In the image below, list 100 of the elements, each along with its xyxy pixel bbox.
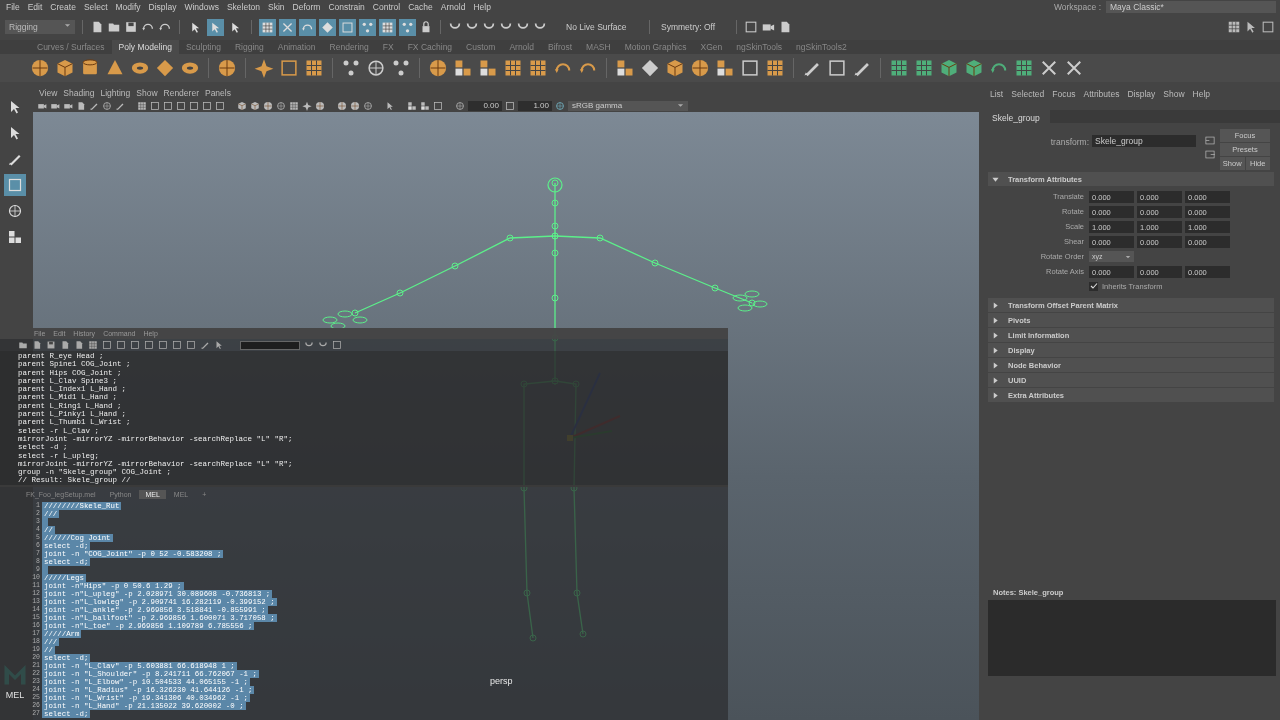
menu-item[interactable]: Panels	[204, 87, 237, 98]
shelf-tab[interactable]: Arnold	[502, 40, 541, 54]
cross-icon[interactable]	[1064, 58, 1084, 78]
frame-icon[interactable]	[150, 100, 160, 111]
globe-icon[interactable]	[455, 100, 465, 111]
node-tab[interactable]: Skele_group	[988, 110, 1050, 123]
grid-icon[interactable]	[289, 100, 299, 111]
frame-icon[interactable]	[163, 100, 173, 111]
pointer-icon[interactable]	[214, 340, 224, 350]
grid-icon[interactable]	[1227, 20, 1241, 34]
menu-item[interactable]: Focus	[1052, 89, 1084, 99]
menu-item[interactable]: Show	[1163, 89, 1193, 99]
cross-icon[interactable]	[1039, 58, 1059, 78]
sphere-icon[interactable]	[428, 58, 448, 78]
toolbar-button[interactable]	[359, 18, 376, 36]
toolbar-button[interactable]	[279, 18, 296, 36]
globe-icon[interactable]	[366, 58, 386, 78]
frame-icon[interactable]	[279, 58, 299, 78]
shelf-tab[interactable]: Animation	[270, 40, 323, 54]
sphere-icon[interactable]	[315, 100, 325, 111]
frame-icon[interactable]	[1261, 20, 1275, 34]
grid-icon[interactable]	[88, 340, 98, 350]
grid-icon[interactable]	[914, 58, 934, 78]
output-connection-icon[interactable]	[1204, 149, 1216, 160]
blocks-icon[interactable]	[615, 58, 635, 78]
cube-icon[interactable]	[55, 58, 75, 78]
shelf-tab[interactable]: Motion Graphics	[617, 40, 694, 54]
cube-icon[interactable]	[964, 58, 984, 78]
shelf-tab[interactable]: XGen	[693, 40, 730, 54]
diamond-icon[interactable]	[640, 58, 660, 78]
grid-icon[interactable]	[1014, 58, 1034, 78]
checkbox[interactable]	[1089, 281, 1098, 291]
frame-icon[interactable]	[215, 100, 225, 111]
menu-item[interactable]: Edit	[25, 2, 49, 12]
menu-item[interactable]: Selected	[1011, 89, 1053, 99]
live-surface-label[interactable]: No Live Surface	[562, 22, 642, 32]
cube-icon[interactable]	[237, 100, 247, 111]
symmetry-dropdown[interactable]: Symmetry: Off	[657, 22, 729, 32]
node-name-field[interactable]: Skele_group	[1092, 135, 1196, 147]
frame-icon[interactable]	[505, 100, 515, 111]
shelf-tab[interactable]: MASH	[579, 40, 618, 54]
cube-icon[interactable]	[250, 100, 260, 111]
menu-item[interactable]: Constrain	[326, 2, 371, 12]
toolbar-button[interactable]	[207, 18, 224, 36]
sphere-icon[interactable]	[690, 58, 710, 78]
grid-icon[interactable]	[889, 58, 909, 78]
menu-item[interactable]: Display	[146, 2, 183, 12]
sphere-icon[interactable]	[217, 58, 237, 78]
pointer-icon[interactable]	[385, 100, 395, 111]
menu-item[interactable]: Attributes	[1083, 89, 1128, 99]
pen-icon[interactable]	[200, 340, 210, 350]
color-space-dropdown[interactable]: sRGB gamma	[568, 100, 688, 111]
menu-item[interactable]: Shading	[63, 87, 101, 98]
grid-icon[interactable]	[528, 58, 548, 78]
toolbar-button[interactable]	[299, 18, 316, 36]
diamond-icon[interactable]	[155, 58, 175, 78]
shelf-tab[interactable]: Curves / Surfaces	[30, 40, 112, 54]
menu-item[interactable]: Renderer	[163, 87, 205, 98]
menu-item[interactable]: Control	[370, 2, 407, 12]
shelf-tab[interactable]: Bifrost	[540, 40, 580, 54]
menu-item[interactable]: Arnold	[438, 2, 472, 12]
toolbar-button[interactable]	[339, 18, 356, 36]
frame-icon[interactable]	[740, 58, 760, 78]
shelf-tab[interactable]: Sculpting	[178, 40, 228, 54]
dots-icon[interactable]	[391, 58, 411, 78]
menu-item[interactable]: Skeleton	[224, 2, 266, 12]
frame-icon[interactable]	[176, 100, 186, 111]
mode-dropdown[interactable]: Rigging	[5, 20, 75, 34]
shelf-tab[interactable]: Rigging	[227, 40, 271, 54]
toolbar-button[interactable]	[379, 18, 396, 36]
exposure-field[interactable]: 0.00	[468, 100, 502, 111]
shelf-tab[interactable]: Custom	[459, 40, 503, 54]
workspace-dropdown[interactable]: Maya Classic*	[1106, 1, 1276, 13]
menu-item[interactable]: Cache	[406, 2, 439, 12]
shelf-tab[interactable]: FX Caching	[400, 40, 460, 54]
menu-item[interactable]: List	[990, 89, 1012, 99]
save-icon[interactable]	[124, 20, 138, 34]
menu-item[interactable]: Select	[81, 2, 114, 12]
frame-icon[interactable]	[189, 100, 199, 111]
sphere-icon[interactable]	[350, 100, 360, 111]
blocks-icon[interactable]	[420, 100, 430, 111]
frame-icon[interactable]	[827, 58, 847, 78]
frame-icon[interactable]	[744, 20, 758, 34]
menu-item[interactable]: Modify	[113, 2, 147, 12]
sphere-icon[interactable]	[30, 58, 50, 78]
menu-item[interactable]: File	[4, 2, 26, 12]
shelf-tab[interactable]: Rendering	[322, 40, 376, 54]
grid-icon[interactable]	[503, 58, 523, 78]
sphere-icon[interactable]	[337, 100, 347, 111]
input-connection-icon[interactable]	[1204, 135, 1216, 146]
menu-item[interactable]: Help	[471, 2, 497, 12]
menu-item[interactable]: Deform	[290, 2, 327, 12]
grid-icon[interactable]	[765, 58, 785, 78]
menu-item[interactable]: Help	[1192, 89, 1218, 99]
sphere-icon[interactable]	[263, 100, 273, 111]
toolbar-button[interactable]	[319, 18, 336, 36]
menu-item[interactable]: Lighting	[100, 87, 137, 98]
globe-icon[interactable]	[102, 100, 112, 111]
star-icon[interactable]	[302, 100, 312, 111]
dots-icon[interactable]	[341, 58, 361, 78]
